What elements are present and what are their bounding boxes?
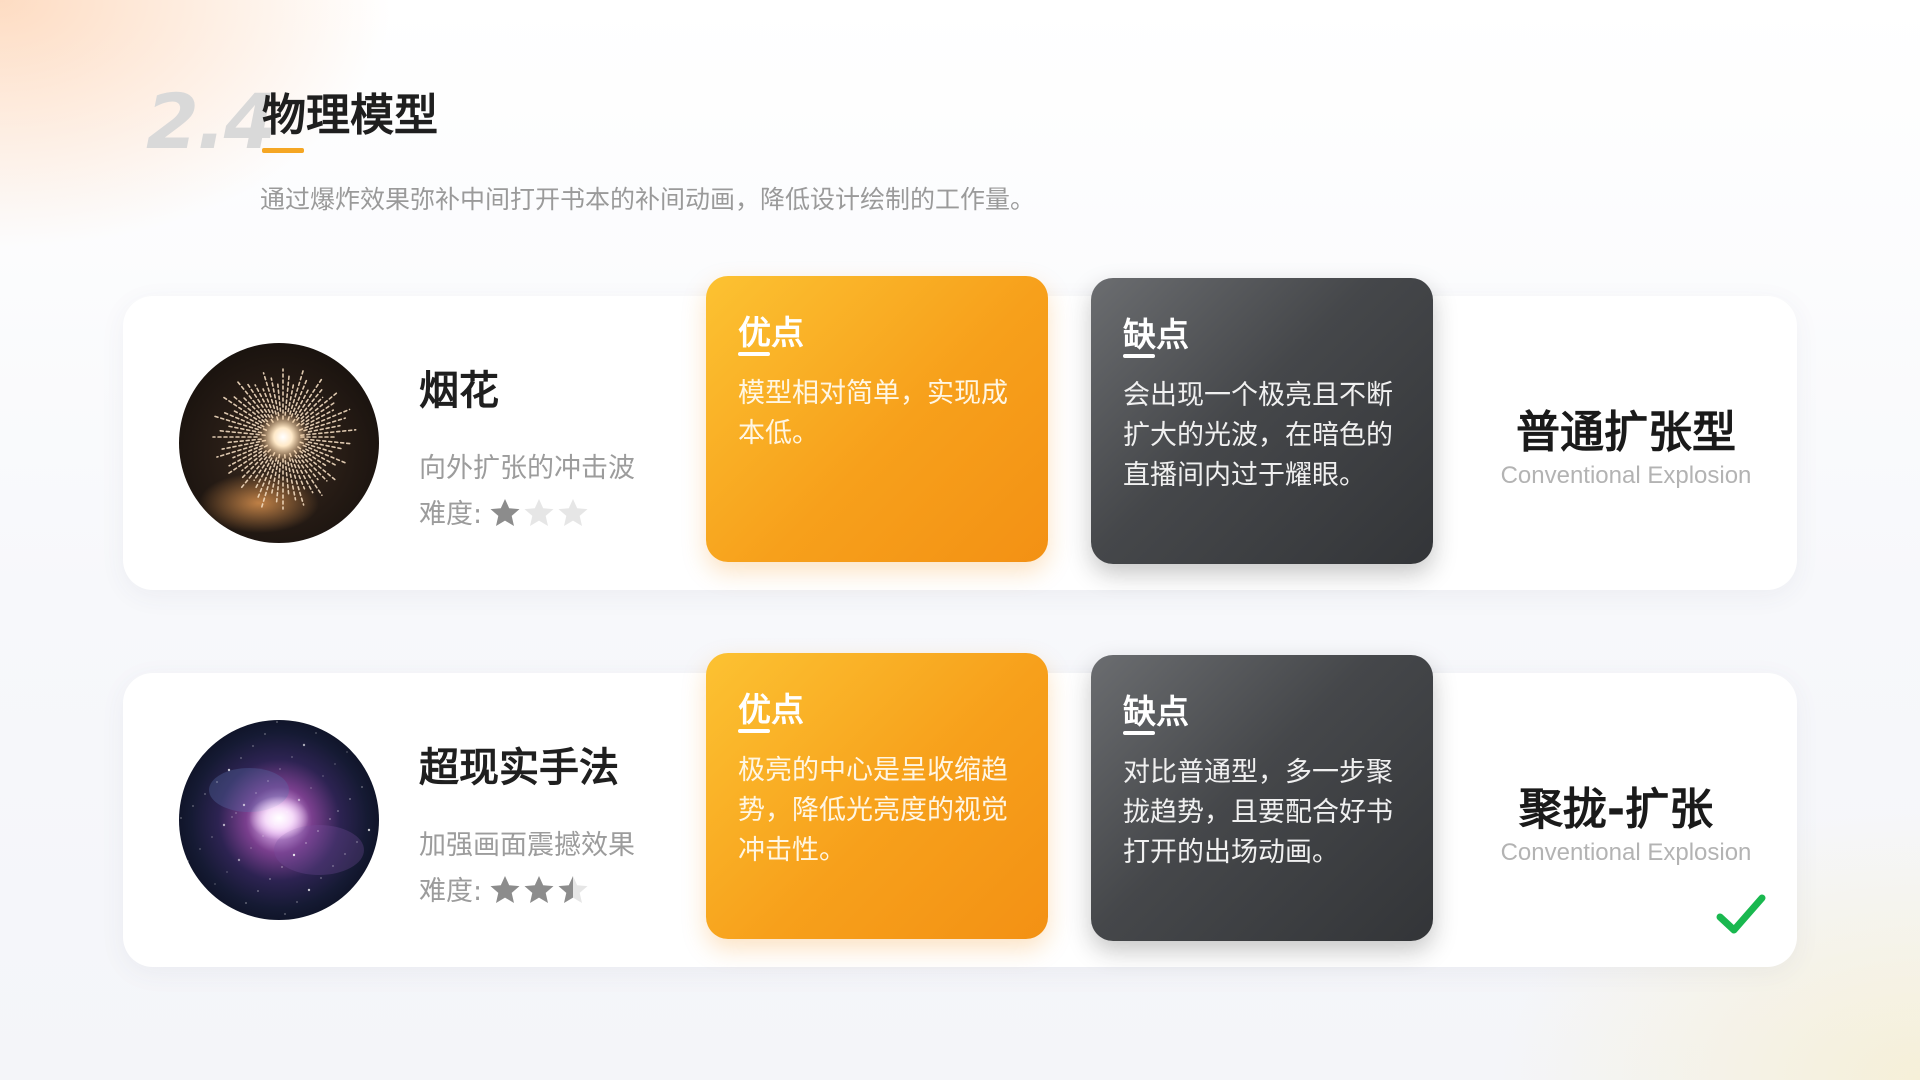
model-description: 向外扩张的冲击波 <box>419 453 635 484</box>
type-title: 普通扩张型 <box>1516 407 1736 458</box>
pros-title: 优点 <box>738 690 804 729</box>
star-icon <box>490 875 520 903</box>
pros-text: 模型相对简单，实现成本低。 <box>738 378 1008 449</box>
type-title: 聚拢-扩张 <box>1518 784 1714 835</box>
cons-text: 会出现一个极亮且不断扩大的光波，在暗色的直播间内过于耀眼。 <box>1123 380 1393 491</box>
pros-card: 优点 极亮的中心是呈收缩趋势，降低光亮度的视觉冲击性。 <box>706 653 1048 939</box>
pros-card: 优点 模型相对简单，实现成本低。 <box>706 276 1048 562</box>
difficulty-label: 难度: <box>419 876 483 907</box>
cons-card: 缺点 会出现一个极亮且不断扩大的光波，在暗色的直播间内过于耀眼。 <box>1091 278 1433 564</box>
cons-card: 缺点 对比普通型，多一步聚拢趋势，且要配合好书打开的出场动画。 <box>1091 655 1433 941</box>
difficulty-stars <box>488 874 590 904</box>
difficulty-rating: 难度: <box>419 869 590 908</box>
nebula-image <box>179 720 379 920</box>
type-subtitle: Conventional Explosion <box>1500 839 1752 866</box>
title-underline <box>262 148 304 153</box>
page-title: 物理模型 <box>262 90 438 141</box>
difficulty-label: 难度: <box>419 499 483 530</box>
star-icon <box>558 875 588 903</box>
pros-title-underline <box>738 729 770 733</box>
star-icon <box>490 498 520 526</box>
cons-title: 缺点 <box>1123 315 1189 354</box>
star-icon <box>524 498 554 526</box>
fireworks-image <box>179 343 379 543</box>
pros-title-underline <box>738 352 770 356</box>
section-number: 2.4 <box>146 77 277 166</box>
cons-text: 对比普通型，多一步聚拢趋势，且要配合好书打开的出场动画。 <box>1123 757 1393 868</box>
cons-title: 缺点 <box>1123 692 1189 731</box>
cons-title-underline <box>1123 354 1155 358</box>
star-icon <box>524 875 554 903</box>
pros-title: 优点 <box>738 313 804 352</box>
model-description: 加强画面震撼效果 <box>419 830 635 861</box>
page-subtitle: 通过爆炸效果弥补中间打开书本的补间动画，降低设计绘制的工作量。 <box>260 185 1036 214</box>
difficulty-stars <box>488 497 590 527</box>
cons-title-underline <box>1123 731 1155 735</box>
pros-text: 极亮的中心是呈收缩趋势，降低光亮度的视觉冲击性。 <box>738 755 1008 866</box>
star-icon <box>558 498 588 526</box>
model-name: 烟花 <box>419 368 499 414</box>
type-subtitle: Conventional Explosion <box>1500 462 1752 489</box>
checkmark-icon <box>1716 894 1766 934</box>
model-name: 超现实手法 <box>419 745 619 791</box>
difficulty-rating: 难度: <box>419 492 590 531</box>
